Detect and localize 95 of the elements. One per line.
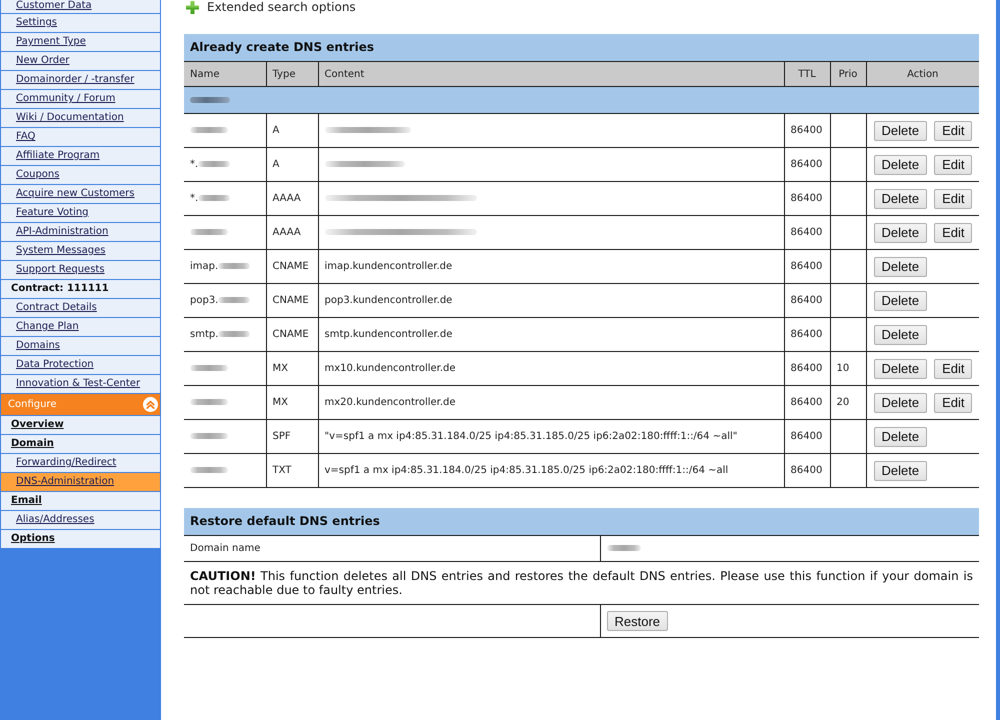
delete-button[interactable]: Delete bbox=[874, 120, 928, 140]
record-content: imap.kundencontroller.de bbox=[324, 261, 452, 272]
record-ttl: 86400 bbox=[790, 465, 822, 476]
contract-heading: Contract: 111111 bbox=[1, 280, 160, 298]
delete-button[interactable]: Delete bbox=[874, 392, 928, 412]
column-header: Type bbox=[266, 62, 318, 86]
delete-button[interactable]: Delete bbox=[874, 188, 928, 208]
sidebar-link[interactable]: FAQ bbox=[1, 128, 160, 146]
record-name: imap. bbox=[190, 261, 218, 272]
sidebar-link[interactable]: Settings bbox=[1, 14, 160, 32]
record-type: CNAME bbox=[272, 295, 309, 306]
sidebar-link[interactable]: Contract Details bbox=[1, 299, 160, 317]
record-content: mx20.kundencontroller.de bbox=[324, 397, 456, 408]
panel-header: Restore default DNS entries bbox=[184, 508, 979, 536]
record-ttl: 86400 bbox=[790, 363, 822, 374]
record-name: smtp. bbox=[190, 329, 218, 340]
record-ttl: 86400 bbox=[790, 397, 822, 408]
sidebar-link[interactable]: Change Plan bbox=[1, 318, 160, 336]
sidebar-link[interactable]: DNS-Administration bbox=[1, 473, 160, 491]
edit-button[interactable]: Edit bbox=[934, 358, 972, 378]
record-content: mx10.kundencontroller.de bbox=[324, 363, 456, 374]
edit-button[interactable]: Edit bbox=[934, 188, 972, 208]
record-type: MX bbox=[272, 397, 288, 408]
record-type: SPF bbox=[272, 431, 291, 442]
edit-button[interactable]: Edit bbox=[934, 154, 972, 174]
delete-button[interactable]: Delete bbox=[874, 358, 928, 378]
record-type: MX bbox=[272, 363, 288, 374]
record-type: CNAME bbox=[272, 261, 309, 272]
record-ttl: 86400 bbox=[790, 193, 822, 204]
plus-icon[interactable] bbox=[186, 0, 199, 14]
sidebar-link[interactable]: API-Administration bbox=[1, 223, 160, 241]
column-header: Name bbox=[184, 62, 266, 86]
record-ttl: 86400 bbox=[790, 329, 822, 340]
sidebar-group-link[interactable]: Overview bbox=[1, 416, 160, 434]
sidebar-link[interactable]: Community / Forum bbox=[1, 90, 160, 108]
sidebar-link[interactable]: Coupons bbox=[1, 166, 160, 184]
panel-header: Already create DNS entries bbox=[184, 34, 979, 62]
sidebar-link[interactable]: Alias/Addresses bbox=[1, 511, 160, 529]
double-chevron-up-icon[interactable] bbox=[143, 397, 158, 412]
record-ttl: 86400 bbox=[790, 431, 822, 442]
record-name: *. bbox=[190, 193, 198, 204]
record-ttl: 86400 bbox=[790, 125, 822, 136]
record-name: *. bbox=[190, 159, 198, 170]
record-ttl: 86400 bbox=[790, 261, 822, 272]
sidebar-group-link[interactable]: Email bbox=[1, 492, 160, 510]
delete-button[interactable]: Delete bbox=[874, 460, 928, 480]
sidebar-link[interactable]: New Order bbox=[1, 52, 160, 70]
record-prio: 10 bbox=[836, 363, 850, 374]
record-content: "v=spf1 a mx ip4:85.31.184.0/25 ip4:85.31.185.0/25 ip6:2a02:180:ffff:1::/64 ~all" bbox=[324, 431, 738, 442]
delete-button[interactable]: Delete bbox=[874, 324, 928, 344]
column-header: TTL bbox=[784, 62, 830, 86]
sidebar-link[interactable]: Feature Voting bbox=[1, 204, 160, 222]
sidebar-link[interactable]: Support Requests bbox=[1, 261, 160, 279]
record-type: AAAA bbox=[272, 193, 301, 204]
sidebar-link[interactable]: Innovation & Test-Center bbox=[1, 375, 160, 393]
record-name: pop3. bbox=[190, 295, 218, 306]
delete-button[interactable]: Delete bbox=[874, 222, 928, 242]
warning-text: CAUTION! This function deletes all DNS entries and restores the default DNS entries. Please use this function if your domain is not reachable due to faulty entries. bbox=[184, 562, 979, 604]
record-type: A bbox=[272, 159, 280, 170]
delete-button[interactable]: Delete bbox=[874, 290, 928, 310]
record-content: v=spf1 a mx ip4:85.31.184.0/25 ip4:85.31.185.0/25 ip6:2a02:180:ffff:1::/64 ~all bbox=[324, 465, 728, 476]
column-header: Action bbox=[866, 62, 979, 86]
restore-button[interactable]: Restore bbox=[606, 611, 668, 631]
sidebar-link[interactable]: Data Protection bbox=[1, 356, 160, 374]
sidebar-link[interactable]: System Messages bbox=[1, 242, 160, 260]
sidebar-link[interactable]: Domains bbox=[1, 337, 160, 355]
sidebar-group-link[interactable]: Domain bbox=[1, 435, 160, 453]
record-ttl: 86400 bbox=[790, 159, 822, 170]
record-type: TXT bbox=[272, 465, 292, 476]
record-prio: 20 bbox=[836, 397, 850, 408]
column-header: Prio bbox=[830, 62, 866, 86]
record-type: AAAA bbox=[272, 227, 301, 238]
field-label: Domain name bbox=[190, 543, 260, 554]
sidebar-link[interactable]: Affiliate Program bbox=[1, 147, 160, 165]
edit-button[interactable]: Edit bbox=[934, 392, 972, 412]
delete-button[interactable]: Delete bbox=[874, 426, 928, 446]
delete-button[interactable]: Delete bbox=[874, 154, 928, 174]
edit-button[interactable]: Edit bbox=[934, 222, 972, 242]
record-ttl: 86400 bbox=[790, 295, 822, 306]
sidebar-link[interactable]: Wiki / Documentation bbox=[1, 109, 160, 127]
sidebar-group-link[interactable]: Options bbox=[1, 530, 160, 548]
record-content: pop3.kundencontroller.de bbox=[324, 295, 452, 306]
sidebar-link[interactable]: Payment Type bbox=[1, 33, 160, 51]
record-type: A bbox=[272, 125, 280, 136]
record-content: smtp.kundencontroller.de bbox=[324, 329, 452, 340]
sidebar-link[interactable]: Domainorder / -transfer bbox=[1, 71, 160, 89]
delete-button[interactable]: Delete bbox=[874, 256, 928, 276]
sidebar-link[interactable]: Customer Data bbox=[1, 0, 160, 13]
record-ttl: 86400 bbox=[790, 227, 822, 238]
column-header: Content bbox=[318, 62, 784, 86]
record-type: CNAME bbox=[272, 329, 309, 340]
sidebar-link[interactable]: Forwarding/Redirect bbox=[1, 454, 160, 472]
extended-search-link[interactable]: Extended search options bbox=[184, 0, 356, 14]
sidebar-link[interactable]: Acquire new Customers bbox=[1, 185, 160, 203]
edit-button[interactable]: Edit bbox=[934, 120, 972, 140]
